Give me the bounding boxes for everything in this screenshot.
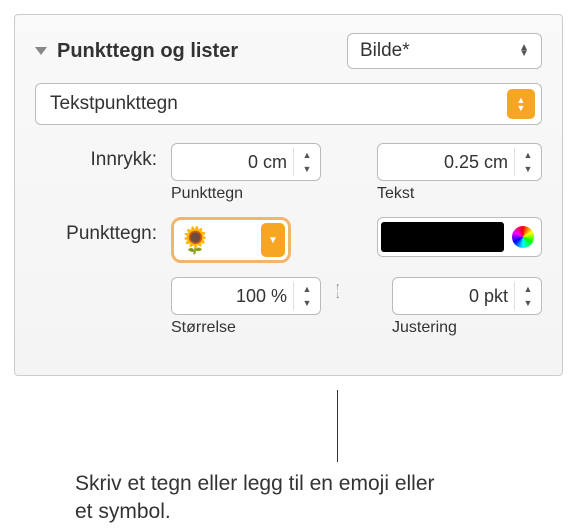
color-swatch-icon[interactable] bbox=[381, 222, 504, 252]
disclosure-triangle-icon[interactable] bbox=[35, 47, 47, 55]
bullet-indent-field[interactable]: 0 cm ▲ ▼ bbox=[171, 143, 321, 181]
align-caption: Justering bbox=[392, 319, 542, 337]
step-down-icon[interactable]: ▼ bbox=[519, 296, 537, 310]
text-indent-field[interactable]: 0.25 cm ▲ ▼ bbox=[377, 143, 542, 181]
indent-row: Innrykk: 0 cm ▲ ▼ Punkttegn 0.25 cm ▲ ▼ … bbox=[35, 143, 542, 203]
indent-label: Innrykk: bbox=[35, 143, 157, 171]
align-stepper[interactable]: ▲ ▼ bbox=[514, 282, 537, 310]
align-group: 0 pkt ▲ ▼ Justering bbox=[392, 277, 542, 337]
bullet-indent-group: 0 cm ▲ ▼ Punkttegn bbox=[171, 143, 321, 203]
step-up-icon[interactable]: ▲ bbox=[298, 282, 316, 296]
callout-leader-line bbox=[337, 390, 338, 462]
size-caption: Størrelse bbox=[171, 319, 321, 337]
step-down-icon[interactable]: ▼ bbox=[519, 162, 537, 176]
align-updown-icon: ↑↓ bbox=[335, 277, 341, 299]
chevron-updown-icon: ▲▼ bbox=[507, 89, 535, 119]
color-wheel-icon[interactable] bbox=[512, 226, 534, 248]
bullet-character-select[interactable]: 🌻 ▼ bbox=[171, 217, 291, 263]
size-field[interactable]: 100 % ▲ ▼ bbox=[171, 277, 321, 315]
text-indent-caption: Tekst bbox=[377, 185, 542, 203]
step-down-icon[interactable]: ▼ bbox=[298, 296, 316, 310]
size-group: 100 % ▲ ▼ Størrelse bbox=[171, 277, 321, 337]
callout-text: Skriv et tegn eller legg til en emoji el… bbox=[75, 470, 455, 527]
step-up-icon[interactable]: ▲ bbox=[519, 148, 537, 162]
bullet-label: Punkttegn: bbox=[35, 217, 157, 245]
size-stepper[interactable]: ▲ ▼ bbox=[293, 282, 316, 310]
bullet-type-select[interactable]: Tekstpunkttegn ▲▼ bbox=[35, 83, 542, 125]
bullet-indent-value[interactable]: 0 cm bbox=[180, 152, 293, 173]
list-style-value: Bilde* bbox=[360, 40, 519, 62]
bullets-lists-panel: Punkttegn og lister Bilde* ▲▼ Tekstpunkt… bbox=[14, 14, 563, 376]
step-down-icon[interactable]: ▼ bbox=[298, 162, 316, 176]
align-value[interactable]: 0 pkt bbox=[401, 286, 514, 307]
size-value[interactable]: 100 % bbox=[180, 286, 293, 307]
bullet-indent-caption: Punkttegn bbox=[171, 185, 321, 203]
text-indent-stepper[interactable]: ▲ ▼ bbox=[514, 148, 537, 176]
bullet-row: Punkttegn: 🌻 ▼ bbox=[35, 217, 542, 263]
section-title: Punkttegn og lister bbox=[57, 40, 238, 63]
step-up-icon[interactable]: ▲ bbox=[519, 282, 537, 296]
list-style-select[interactable]: Bilde* ▲▼ bbox=[347, 33, 542, 69]
chevron-down-icon: ▼ bbox=[261, 223, 285, 257]
bullet-type-value: Tekstpunkttegn bbox=[50, 93, 507, 115]
size-align-row: 100 % ▲ ▼ Størrelse ↑↓ 0 pkt ▲ ▼ Justeri… bbox=[35, 277, 542, 337]
text-indent-value[interactable]: 0.25 cm bbox=[386, 152, 514, 173]
text-indent-group: 0.25 cm ▲ ▼ Tekst bbox=[377, 143, 542, 203]
bullet-indent-stepper[interactable]: ▲ ▼ bbox=[293, 148, 316, 176]
section-header: Punkttegn og lister Bilde* ▲▼ bbox=[35, 33, 542, 69]
align-field[interactable]: 0 pkt ▲ ▼ bbox=[392, 277, 542, 315]
chevron-updown-icon: ▲▼ bbox=[519, 45, 529, 57]
bullet-color-well[interactable] bbox=[377, 217, 542, 257]
bullet-glyph-icon: 🌻 bbox=[179, 225, 211, 256]
spacer bbox=[35, 277, 157, 283]
step-up-icon[interactable]: ▲ bbox=[298, 148, 316, 162]
